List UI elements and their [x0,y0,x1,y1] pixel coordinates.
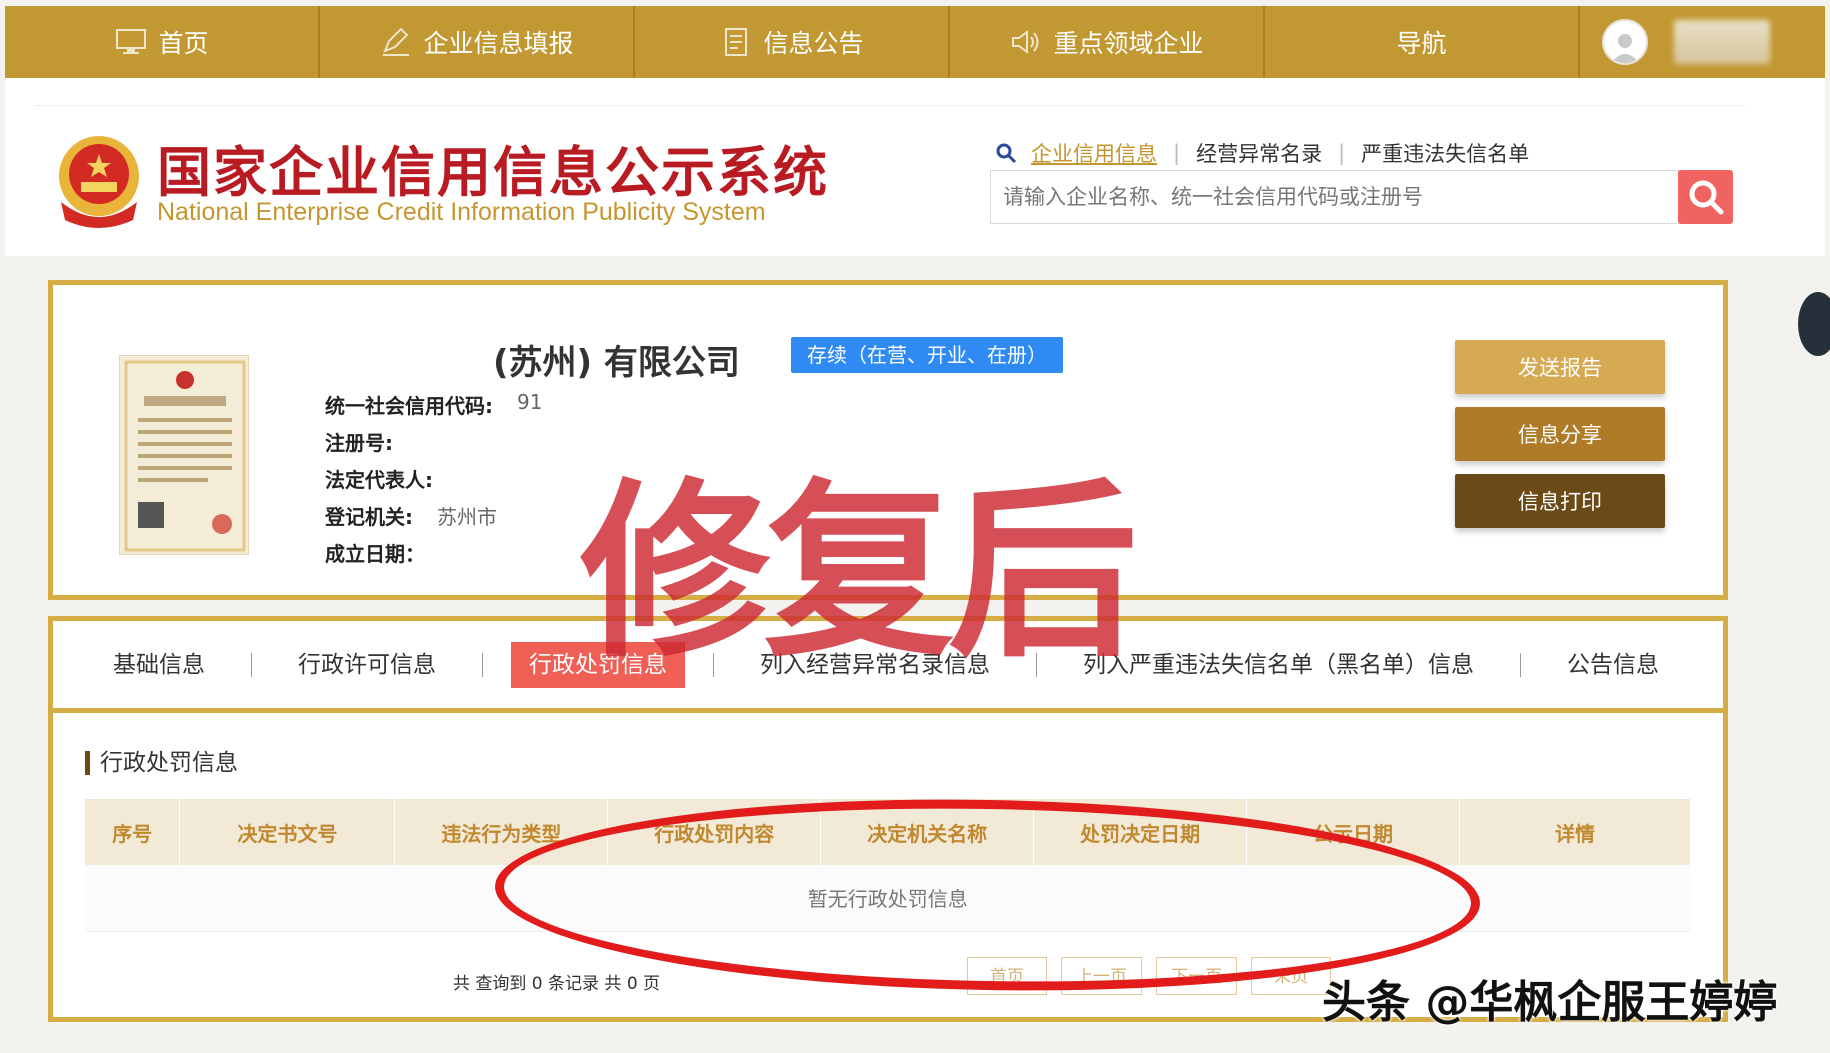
field-label: 登记机关: [325,505,413,529]
link-abnormal-list[interactable]: 经营异常名录 [1196,138,1322,168]
nav-navigation[interactable]: 导航 [1265,6,1580,78]
link-separator: | [1338,141,1346,165]
nav-report[interactable]: 企业信息填报 [320,6,635,78]
search-input[interactable] [991,171,1651,223]
tab-basic-info[interactable]: 基础信息 [95,642,223,688]
company-name: (苏州) 有限公司 [493,343,740,383]
field-label: 法定代表人: [325,468,433,492]
share-button[interactable]: 信息分享 [1455,407,1665,461]
site-title: 国家企业信用信息公示系统 [157,140,829,204]
nav-home-label: 首页 [158,29,209,58]
repaired-overlay-label: 修复后 [580,462,1138,683]
tab-license-info[interactable]: 行政许可信息 [280,642,454,688]
field-value: 91 [517,390,543,414]
status-badge: 存续（在营、开业、在册） [791,337,1063,373]
field-reg-number: 注册号: [325,427,417,456]
header-divider [35,105,1745,106]
tab-separator [251,652,252,677]
avatar[interactable] [1602,19,1648,65]
send-report-button[interactable]: 发送报告 [1455,340,1665,394]
search-type-links: 企业信用信息 | 经营异常名录 | 严重违法失信名单 [995,138,1529,168]
monitor-icon [114,27,148,57]
side-float-button[interactable] [1798,292,1830,356]
section-title: 行政处罚信息 [85,751,238,775]
field-credit-code: 统一社会信用代码: 91 [325,390,542,419]
search-icon [996,143,1017,164]
document-icon [719,27,753,57]
record-count: 共 查询到 0 条记录 共 0 页 [453,974,661,994]
site-subtitle: National Enterprise Credit Information P… [157,198,766,226]
edit-icon [379,27,413,57]
business-license-image[interactable] [119,355,249,555]
link-separator: | [1173,141,1181,165]
search-box [990,170,1680,224]
speaker-icon [1009,27,1043,57]
magnifier-icon [1689,180,1723,215]
search-button[interactable] [1678,170,1733,224]
nav-key-sectors[interactable]: 重点领域企业 [950,6,1265,78]
field-established: 成立日期： [325,538,449,567]
field-legal-rep: 法定代表人: [325,464,457,493]
national-emblem-icon [59,136,139,228]
field-value: 苏州市 [437,505,497,529]
nav-notice-label: 信息公告 [763,29,864,58]
field-authority: 登记机关: 苏州市 [325,501,497,530]
tab-separator [482,652,483,677]
nav-key-sectors-label: 重点领域企业 [1053,29,1204,58]
field-label: 注册号: [325,431,393,455]
column-header: 详情 [1459,799,1691,865]
nav-home[interactable]: 首页 [5,6,320,78]
nav-notice[interactable]: 信息公告 [635,6,950,78]
top-nav: 首页 企业信息填报 信息公告 重点领域企业 导航 [5,6,1825,78]
print-button[interactable]: 信息打印 [1455,474,1665,528]
link-blacklist[interactable]: 严重违法失信名单 [1361,138,1529,168]
user-name-blurred [1674,20,1770,64]
watermark: 头条 @华枫企服王婷婷 [1322,977,1778,1028]
field-label: 成立日期： [325,542,425,566]
tab-announcements[interactable]: 公告信息 [1549,642,1677,688]
user-area[interactable] [1580,6,1825,78]
nav-report-label: 企业信息填报 [423,29,574,58]
column-header: 决定书文号 [179,799,396,865]
site-header: 国家企业信用信息公示系统 National Enterprise Credit … [5,78,1825,256]
link-credit-info[interactable]: 企业信用信息 [1031,138,1157,168]
tab-separator [1520,652,1521,677]
field-label: 统一社会信用代码: [325,394,493,418]
nav-navigation-label: 导航 [1396,29,1447,58]
column-header: 序号 [85,799,181,865]
